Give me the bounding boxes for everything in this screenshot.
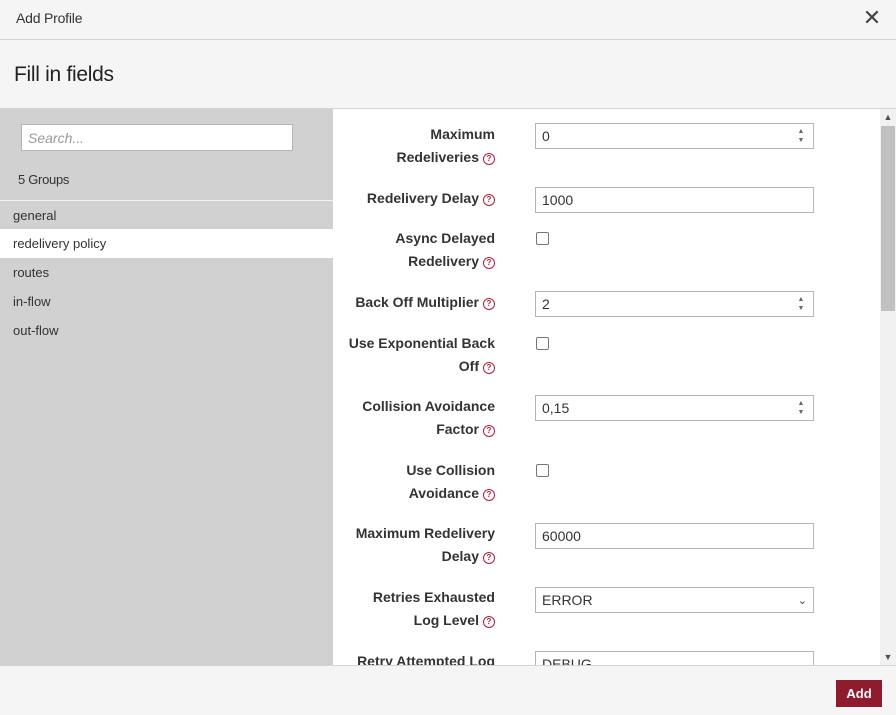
- label-text: Redeliveries: [396, 149, 480, 165]
- form-row-maximum-redeliveries: Maximum Redeliveries? 0 ▲ ▼: [333, 123, 880, 173]
- selected-value: DEBUG: [542, 656, 592, 665]
- field-value: 0: [542, 128, 550, 144]
- label-line: Maximum: [430, 126, 495, 142]
- group-list: general redelivery policy routes in-flow…: [0, 200, 333, 345]
- maximum-redeliveries-input[interactable]: 0 ▲ ▼: [535, 123, 814, 149]
- sidebar-item-routes[interactable]: routes: [0, 258, 333, 287]
- scroll-up-icon[interactable]: ▲: [880, 109, 896, 125]
- label-text: Off: [458, 358, 479, 374]
- form-row-back-off-multiplier: Back Off Multiplier? 2 ▲ ▼: [333, 291, 880, 317]
- label-text: Delay: [441, 548, 479, 564]
- label-text: Avoidance: [408, 485, 479, 501]
- label-line: Async Delayed: [395, 230, 495, 246]
- question-circle-icon[interactable]: ?: [483, 298, 495, 310]
- label-text: Redelivery: [408, 253, 479, 269]
- label-line: Off?: [335, 355, 495, 378]
- sidebar-item-general[interactable]: general: [0, 200, 333, 229]
- form-row-maximum-redelivery-delay: Maximum Redelivery Delay? 60000: [333, 522, 880, 572]
- field-label: Maximum Redeliveries?: [335, 123, 495, 169]
- dialog-titlebar: Add Profile ✕: [0, 0, 896, 40]
- field-label: Retries Exhausted Log Level?: [335, 586, 495, 632]
- form-row-use-collision-avoidance: Use Collision Avoidance?: [333, 459, 880, 509]
- question-circle-icon[interactable]: ?: [483, 153, 495, 165]
- close-icon[interactable]: ✕: [860, 6, 884, 30]
- selected-value: ERROR: [542, 592, 593, 608]
- form-row-async-delayed-redelivery: Async Delayed Redelivery?: [333, 227, 880, 277]
- sidebar-item-in-flow[interactable]: in-flow: [0, 287, 333, 316]
- spinner-arrows-icon[interactable]: ▲ ▼: [795, 295, 807, 313]
- use-exponential-back-off-checkbox[interactable]: [536, 337, 549, 350]
- page-title: Fill in fields: [14, 63, 114, 86]
- scroll-down-icon[interactable]: ▼: [880, 649, 896, 665]
- form-row-use-exponential-back-off: Use Exponential Back Off?: [333, 332, 880, 382]
- field-label: Collision Avoidance Factor?: [335, 395, 495, 441]
- field-label: Back Off Multiplier?: [335, 291, 495, 314]
- use-collision-avoidance-checkbox[interactable]: [536, 464, 549, 477]
- label-line: Log Level?: [335, 609, 495, 632]
- question-circle-icon[interactable]: ?: [483, 194, 495, 206]
- label-text: Back Off Multiplier: [355, 294, 479, 310]
- spinner-arrows-icon[interactable]: ▲ ▼: [795, 399, 807, 417]
- chevron-down-icon: ⌄: [797, 659, 807, 665]
- field-value: 1000: [542, 192, 574, 208]
- label-line: Redeliveries?: [335, 146, 495, 169]
- field-label: Use Collision Avoidance?: [335, 459, 495, 505]
- label-text: Factor: [436, 421, 479, 437]
- async-delayed-redelivery-checkbox[interactable]: [536, 232, 549, 245]
- label-text: Redelivery Delay: [366, 190, 479, 206]
- back-off-multiplier-input[interactable]: 2 ▲ ▼: [535, 291, 814, 317]
- question-circle-icon[interactable]: ?: [483, 616, 495, 628]
- form-row-collision-avoidance-factor: Collision Avoidance Factor? 0,15 ▲ ▼: [333, 395, 880, 445]
- group-count: 5 Groups: [18, 172, 70, 187]
- label-line: Avoidance?: [335, 482, 495, 505]
- form-row-retries-exhausted-log-level: Retries Exhausted Log Level? ERROR ⌄: [333, 586, 880, 636]
- form-row-retry-attempted-log: Retry Attempted Log DEBUG ⌄: [333, 650, 880, 665]
- label-line: Retry Attempted Log: [357, 653, 495, 665]
- label-line: Delay?: [335, 545, 495, 568]
- search-input[interactable]: [21, 124, 293, 151]
- label-line: Retries Exhausted: [372, 589, 495, 605]
- field-label: Use Exponential Back Off?: [335, 332, 495, 378]
- sidebar-item-out-flow[interactable]: out-flow: [0, 316, 333, 345]
- label-text: Log Level: [413, 612, 479, 628]
- question-circle-icon[interactable]: ?: [483, 552, 495, 564]
- form-scrollbar[interactable]: ▲ ▼: [880, 109, 896, 665]
- field-label: Retry Attempted Log: [335, 650, 495, 665]
- label-line: Redelivery?: [335, 250, 495, 273]
- question-circle-icon[interactable]: ?: [483, 362, 495, 374]
- field-label: Async Delayed Redelivery?: [335, 227, 495, 273]
- collision-avoidance-factor-input[interactable]: 0,15 ▲ ▼: [535, 395, 814, 421]
- field-value: 60000: [542, 528, 581, 544]
- chevron-down-icon: ⌄: [797, 595, 807, 607]
- sidebar: 5 Groups general redelivery policy route…: [0, 109, 333, 665]
- form-area: Maximum Redeliveries? 0 ▲ ▼ Redelivery De…: [333, 109, 880, 665]
- maximum-redelivery-delay-input[interactable]: 60000: [535, 523, 814, 549]
- label-line: Maximum Redelivery: [355, 525, 495, 541]
- field-value: 0,15: [542, 400, 570, 416]
- label-line: Collision Avoidance: [362, 398, 495, 414]
- label-line: Use Exponential Back: [348, 335, 495, 351]
- field-value: 2: [542, 296, 550, 312]
- redelivery-delay-input[interactable]: 1000: [535, 187, 814, 213]
- spinner-arrows-icon[interactable]: ▲ ▼: [795, 127, 807, 145]
- dialog-title: Add Profile: [16, 10, 83, 26]
- form-row-redelivery-delay: Redelivery Delay? 1000: [333, 187, 880, 213]
- question-circle-icon[interactable]: ?: [483, 425, 495, 437]
- label-line: Factor?: [335, 418, 495, 441]
- field-label: Maximum Redelivery Delay?: [335, 522, 495, 568]
- scrollbar-thumb[interactable]: [881, 126, 895, 311]
- question-circle-icon[interactable]: ?: [483, 257, 495, 269]
- field-label: Redelivery Delay?: [335, 187, 495, 210]
- retry-attempted-log-select[interactable]: DEBUG ⌄: [535, 651, 814, 665]
- retries-exhausted-log-level-select[interactable]: ERROR ⌄: [535, 587, 814, 613]
- dialog-subheader: Fill in fields: [0, 40, 896, 109]
- question-circle-icon[interactable]: ?: [483, 489, 495, 501]
- label-line: Use Collision: [406, 462, 495, 478]
- dialog-footer: Add: [0, 665, 896, 715]
- sidebar-item-redelivery-policy[interactable]: redelivery policy: [0, 229, 333, 258]
- add-button[interactable]: Add: [836, 680, 882, 707]
